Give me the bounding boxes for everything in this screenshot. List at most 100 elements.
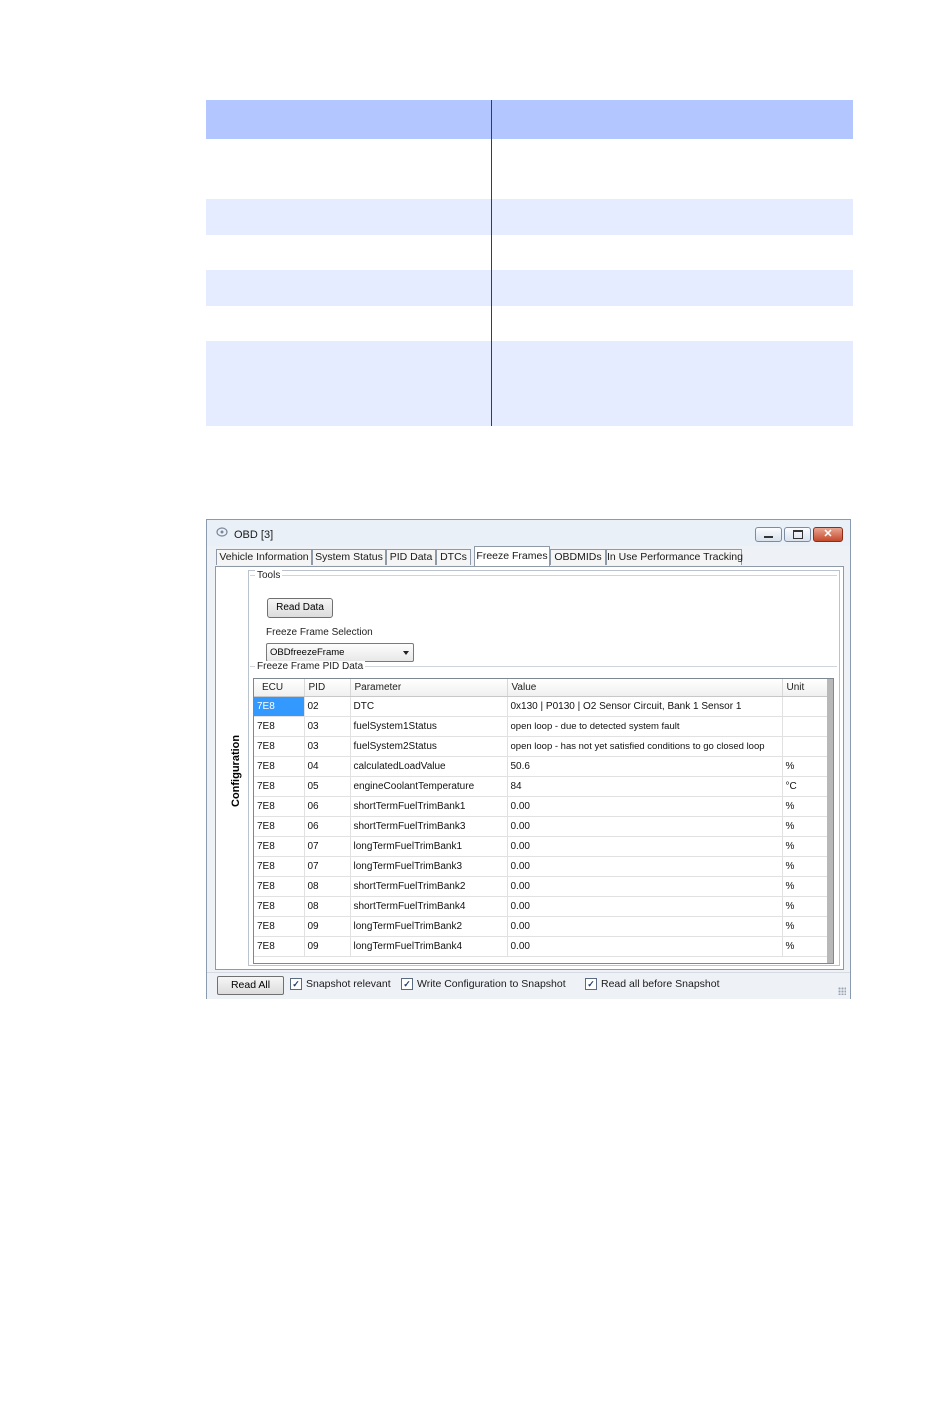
- table-row[interactable]: 7E8 02 DTC 0x130 | P0130 | O2 Sensor Circui…: [254, 696, 830, 717]
- column-header-value[interactable]: Value: [507, 679, 783, 697]
- pid-cell[interactable]: 03: [304, 736, 351, 757]
- pid-cell[interactable]: 08: [304, 876, 351, 897]
- ecu-cell[interactable]: 7E8: [254, 736, 305, 757]
- column-header-parameter[interactable]: Parameter: [350, 679, 508, 697]
- parameter-cell[interactable]: longTermFuelTrimBank2: [350, 916, 508, 937]
- ecu-cell[interactable]: 7E8: [254, 936, 305, 957]
- ecu-cell[interactable]: 7E8: [254, 796, 305, 817]
- parameter-cell[interactable]: longTermFuelTrimBank3: [350, 856, 508, 877]
- value-cell[interactable]: 0.00: [507, 936, 783, 957]
- pid-data-grid[interactable]: ECU PID Parameter Value Unit 7E8 02 DTC 0x1…: [253, 678, 834, 964]
- ecu-cell[interactable]: 7E8: [254, 776, 305, 797]
- ecu-cell[interactable]: 7E8: [254, 756, 305, 777]
- read-all-button[interactable]: Read All: [217, 976, 284, 995]
- minimize-button[interactable]: [755, 527, 782, 542]
- table-row[interactable]: 7E8 06 shortTermFuelTrimBank3 0.00%: [254, 816, 830, 837]
- value-cell[interactable]: 0.00: [507, 916, 783, 937]
- unit-cell[interactable]: %: [782, 936, 830, 957]
- unit-cell[interactable]: [782, 716, 830, 737]
- pid-cell[interactable]: 08: [304, 896, 351, 917]
- vertical-scrollbar[interactable]: [827, 679, 833, 963]
- value-cell[interactable]: 0.00: [507, 896, 783, 917]
- table-row[interactable]: 7E8 09 longTermFuelTrimBank4 0.00%: [254, 936, 830, 957]
- table-row[interactable]: 7E8 08 shortTermFuelTrimBank2 0.00%: [254, 876, 830, 897]
- pid-cell[interactable]: 02: [304, 696, 351, 717]
- pid-cell[interactable]: 07: [304, 836, 351, 857]
- value-cell[interactable]: 0.00: [507, 836, 783, 857]
- value-cell[interactable]: 0.00: [507, 816, 783, 837]
- value-cell[interactable]: 0.00: [507, 796, 783, 817]
- window-titlebar[interactable]: OBD [3] ✕: [207, 520, 850, 546]
- read-data-button[interactable]: Read Data: [267, 598, 333, 618]
- unit-cell[interactable]: %: [782, 896, 830, 917]
- unit-cell[interactable]: °C: [782, 776, 830, 797]
- pid-cell[interactable]: 09: [304, 916, 351, 937]
- unit-cell[interactable]: [782, 696, 830, 717]
- unit-cell[interactable]: %: [782, 876, 830, 897]
- tab-in-use-performance-tracking[interactable]: In Use Performance Tracking: [606, 549, 743, 565]
- maximize-button[interactable]: [784, 527, 811, 542]
- tab-obdmids[interactable]: OBDMIDs: [550, 549, 606, 565]
- value-cell[interactable]: open loop - has not yet satisfied condit…: [507, 736, 783, 757]
- ecu-cell[interactable]: 7E8: [254, 896, 305, 917]
- ecu-cell[interactable]: 7E8: [254, 716, 305, 737]
- parameter-cell[interactable]: DTC: [350, 696, 508, 717]
- parameter-cell[interactable]: longTermFuelTrimBank4: [350, 936, 508, 957]
- parameter-cell[interactable]: longTermFuelTrimBank1: [350, 836, 508, 857]
- ecu-cell[interactable]: 7E8: [254, 816, 305, 837]
- pid-cell[interactable]: 06: [304, 816, 351, 837]
- unit-cell[interactable]: %: [782, 836, 830, 857]
- resize-grip-icon[interactable]: [838, 987, 846, 995]
- unit-cell[interactable]: %: [782, 816, 830, 837]
- value-cell[interactable]: 0x130 | P0130 | O2 Sensor Circuit, Bank …: [507, 696, 783, 717]
- freeze-frame-select[interactable]: OBDfreezeFrame: [266, 643, 414, 662]
- table-row[interactable]: 7E8 07 longTermFuelTrimBank3 0.00%: [254, 856, 830, 877]
- pid-cell[interactable]: 09: [304, 936, 351, 957]
- write-configuration-checkbox[interactable]: ✓ Write Configuration to Snapshot: [401, 978, 566, 990]
- ecu-cell[interactable]: 7E8: [254, 696, 305, 717]
- tab-system-status[interactable]: System Status: [312, 549, 386, 565]
- tab-dtcs[interactable]: DTCs: [436, 549, 471, 565]
- column-header-ecu[interactable]: ECU: [254, 679, 305, 697]
- unit-cell[interactable]: %: [782, 796, 830, 817]
- value-cell[interactable]: 0.00: [507, 876, 783, 897]
- ecu-cell[interactable]: 7E8: [254, 876, 305, 897]
- table-row[interactable]: 7E8 09 longTermFuelTrimBank2 0.00%: [254, 916, 830, 937]
- parameter-cell[interactable]: shortTermFuelTrimBank2: [350, 876, 508, 897]
- parameter-cell[interactable]: fuelSystem2Status: [350, 736, 508, 757]
- column-header-unit[interactable]: Unit: [782, 679, 830, 697]
- table-row[interactable]: 7E8 03 fuelSystem1Status open loop - due to…: [254, 716, 830, 737]
- unit-cell[interactable]: %: [782, 756, 830, 777]
- value-cell[interactable]: 0.00: [507, 856, 783, 877]
- value-cell[interactable]: open loop - due to detected system fault: [507, 716, 783, 737]
- tab-freeze-frames[interactable]: Freeze Frames: [474, 546, 550, 566]
- pid-cell[interactable]: 03: [304, 716, 351, 737]
- unit-cell[interactable]: %: [782, 916, 830, 937]
- ecu-cell[interactable]: 7E8: [254, 916, 305, 937]
- pid-cell[interactable]: 06: [304, 796, 351, 817]
- parameter-cell[interactable]: fuelSystem1Status: [350, 716, 508, 737]
- configuration-side-tab[interactable]: Configuration: [224, 735, 248, 807]
- column-header-pid[interactable]: PID: [304, 679, 351, 697]
- parameter-cell[interactable]: shortTermFuelTrimBank1: [350, 796, 508, 817]
- table-row[interactable]: 7E8 04 calculatedLoadValue 50.6%: [254, 756, 830, 777]
- pid-cell[interactable]: 07: [304, 856, 351, 877]
- table-row[interactable]: 7E8 03 fuelSystem2Status open loop - has no…: [254, 736, 830, 757]
- parameter-cell[interactable]: shortTermFuelTrimBank4: [350, 896, 508, 917]
- parameter-cell[interactable]: shortTermFuelTrimBank3: [350, 816, 508, 837]
- table-row[interactable]: 7E8 07 longTermFuelTrimBank1 0.00%: [254, 836, 830, 857]
- value-cell[interactable]: 50.6: [507, 756, 783, 777]
- table-row[interactable]: 7E8 05 engineCoolantTemperature 84 °C: [254, 776, 830, 797]
- snapshot-relevant-checkbox[interactable]: ✓ Snapshot relevant: [290, 978, 391, 990]
- close-button[interactable]: ✕: [813, 527, 843, 542]
- table-row[interactable]: 7E8 08 shortTermFuelTrimBank4 0.00%: [254, 896, 830, 917]
- value-cell[interactable]: 84: [507, 776, 783, 797]
- parameter-cell[interactable]: calculatedLoadValue: [350, 756, 508, 777]
- pid-cell[interactable]: 05: [304, 776, 351, 797]
- tab-pid-data[interactable]: PID Data: [386, 549, 436, 565]
- table-row[interactable]: 7E8 06 shortTermFuelTrimBank1 0.00%: [254, 796, 830, 817]
- ecu-cell[interactable]: 7E8: [254, 836, 305, 857]
- parameter-cell[interactable]: engineCoolantTemperature: [350, 776, 508, 797]
- ecu-cell[interactable]: 7E8: [254, 856, 305, 877]
- unit-cell[interactable]: %: [782, 856, 830, 877]
